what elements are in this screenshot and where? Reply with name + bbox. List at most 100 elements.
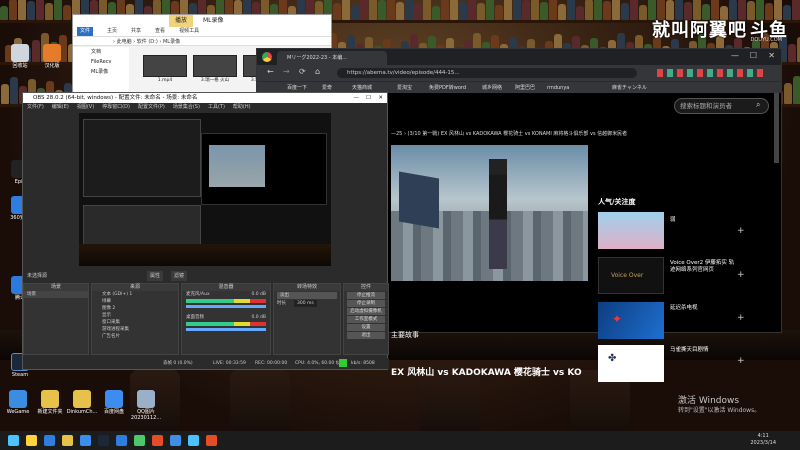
forward-icon[interactable]: → <box>283 67 290 76</box>
volume-slider[interactable] <box>186 328 266 331</box>
exit-button[interactable]: 退出 <box>347 332 385 339</box>
taskbar-app-icon[interactable] <box>170 435 181 446</box>
popular-title[interactable]: 弱 <box>670 217 676 224</box>
close-icon[interactable]: ✕ <box>378 93 383 103</box>
start-virtual-camera-button[interactable]: 启动虚拟摄像机 <box>347 308 385 315</box>
home-icon[interactable]: ⌂ <box>315 67 320 76</box>
tab-video-tools[interactable]: 视频工具 <box>179 27 199 36</box>
explorer-ribbon-play[interactable]: 播放 <box>169 15 194 27</box>
taskbar-clock[interactable]: 4:11 2023/3/14 <box>750 433 776 447</box>
popular-thumbnail[interactable] <box>598 212 664 249</box>
popular-title[interactable]: 马雀撕天目剧情 <box>670 347 709 354</box>
source-item[interactable]: 显示 <box>92 312 178 319</box>
filters-button[interactable]: 滤镜 <box>171 271 188 281</box>
video-player[interactable] <box>391 145 588 281</box>
reload-icon[interactable]: ⟳ <box>299 67 306 76</box>
search-input[interactable]: 搜索标题和演员者 <box>674 98 769 114</box>
add-icon[interactable]: + <box>737 226 745 236</box>
taskbar-app-icon[interactable] <box>152 435 163 446</box>
settings-button[interactable]: 设置 <box>347 324 385 331</box>
volume-slider[interactable] <box>186 305 266 308</box>
browser-tab[interactable]: Mリーグ2022-23 - 本编... <box>277 51 387 65</box>
popular-thumbnail[interactable]: Voice Over <box>598 257 664 294</box>
desktop-icon-dinkum[interactable]: DinkumCh... <box>66 390 98 415</box>
desktop-icon-baidu[interactable]: 百度网盘 <box>98 390 130 415</box>
start-icon[interactable] <box>8 435 19 446</box>
desktop-icon-app[interactable]: 汉化版 <box>36 44 68 69</box>
source-item[interactable]: 绿幕 <box>92 298 178 305</box>
source-item[interactable]: 广告名片 <box>92 333 178 340</box>
taskbar-app-icon[interactable] <box>134 435 145 446</box>
bottle <box>477 3 485 20</box>
taskbar-app-icon[interactable] <box>26 435 37 446</box>
transition-select[interactable]: 淡出 <box>277 292 337 299</box>
menu-help[interactable]: 帮助(H) <box>233 103 251 112</box>
file-item[interactable]: 1.mp4 <box>143 55 187 83</box>
address-bar[interactable]: › 此电脑 › 软件 (D:) › ML录像 <box>73 36 331 46</box>
source-item[interactable]: 游戏进程采集 <box>92 326 178 333</box>
source-item[interactable]: 文本 (GDI+) 1 <box>92 291 178 298</box>
obs-titlebar[interactable]: OBS 28.0.2 (64-bit, windows) - 配置文件: 未命名… <box>23 93 387 103</box>
stop-recording-button[interactable]: 停止录制 <box>347 300 385 307</box>
properties-button[interactable]: 属性 <box>147 271 164 281</box>
minimize-icon[interactable]: — <box>731 51 739 60</box>
tab-view[interactable]: 查看 <box>155 27 165 36</box>
add-icon[interactable]: + <box>737 356 745 366</box>
menu-docks[interactable]: 停靠窗口(D) <box>102 103 130 112</box>
maximize-icon[interactable]: ☐ <box>366 93 371 103</box>
popular-title[interactable]: Voice Over2 伊藤拓实 轨迹网络系列官网页 <box>670 260 736 274</box>
tab-home[interactable]: 主页 <box>107 27 117 36</box>
taskbar-app-icon[interactable] <box>206 435 217 446</box>
popular-thumbnail[interactable]: ✦ <box>598 302 664 339</box>
sidebar-item-ml[interactable]: ML录像 <box>73 67 129 77</box>
obs-preview[interactable] <box>79 113 331 266</box>
taskbar-app-icon[interactable] <box>62 435 73 446</box>
desktop-icon-qq-image[interactable]: QQ图片 20230112... <box>130 390 162 421</box>
extension-icons[interactable] <box>657 69 767 77</box>
minimize-icon[interactable]: — <box>354 93 360 103</box>
taskbar-app-icon[interactable] <box>98 435 109 446</box>
menu-file[interactable]: 文件(F) <box>27 103 44 112</box>
duration-input[interactable]: 300 ms <box>294 300 317 307</box>
flag-banner <box>399 171 439 229</box>
stop-streaming-button[interactable]: 停止推流 <box>347 292 385 299</box>
sidebar-item-filerecv[interactable]: FileRecv <box>73 57 129 67</box>
scrollbar[interactable] <box>774 93 779 163</box>
popular-title[interactable]: 延迟杀电视 <box>670 305 698 312</box>
tab-file[interactable]: 文件 <box>77 27 94 36</box>
popular-thumbnail[interactable]: ✤ <box>598 345 664 382</box>
source-item[interactable]: 图像 2 <box>92 305 178 312</box>
menu-tools[interactable]: 工具(T) <box>208 103 225 112</box>
file-item[interactable]: 3.瑞一格 火山 <box>193 55 237 83</box>
desktop-icon-wegame[interactable]: WeGame <box>2 390 34 415</box>
mixer-channel: 麦克风/Aux 0.0 dB <box>182 291 270 298</box>
menu-view[interactable]: 视图(V) <box>77 103 94 112</box>
sidebar-item-documents[interactable]: 文档 <box>73 47 129 57</box>
back-icon[interactable]: ← <box>267 67 274 76</box>
show-logo: ✤ <box>608 353 617 364</box>
menu-scene-collection[interactable]: 场景集合(S) <box>173 103 200 112</box>
taskbar-app-icon[interactable] <box>116 435 127 446</box>
desktop-icon-recycle-bin[interactable]: 回收站 <box>4 44 36 69</box>
preview-obs-docks <box>83 205 201 245</box>
url-bar[interactable]: https://abema.tv/video/episode/444-15... <box>337 68 637 78</box>
desktop-icon-folder[interactable]: 新建文件夹 <box>34 390 66 415</box>
source-item[interactable]: 窗口采集 <box>92 319 178 326</box>
maximize-icon[interactable]: ☐ <box>750 51 757 60</box>
taskbar-app-icon[interactable] <box>188 435 199 446</box>
add-icon[interactable]: + <box>737 270 745 280</box>
taskbar-app-icon[interactable] <box>80 435 91 446</box>
menu-edit[interactable]: 编辑(E) <box>52 103 69 112</box>
tab-share[interactable]: 共享 <box>131 27 141 36</box>
close-icon[interactable]: ✕ <box>768 51 775 60</box>
studio-mode-button[interactable]: 工作室模式 <box>347 316 385 323</box>
scene-item[interactable]: 场景 <box>24 291 88 298</box>
explorer-titlebar[interactable]: 播放 ML录像 <box>73 15 331 27</box>
menu-profile[interactable]: 配置文件(P) <box>138 103 165 112</box>
search-icon[interactable]: ⌕ <box>756 100 760 110</box>
bottle <box>621 3 629 20</box>
bottle <box>396 2 404 20</box>
add-icon[interactable]: + <box>737 313 745 323</box>
voice-over-logo: Voice Over <box>611 272 644 279</box>
taskbar-app-icon[interactable] <box>44 435 55 446</box>
